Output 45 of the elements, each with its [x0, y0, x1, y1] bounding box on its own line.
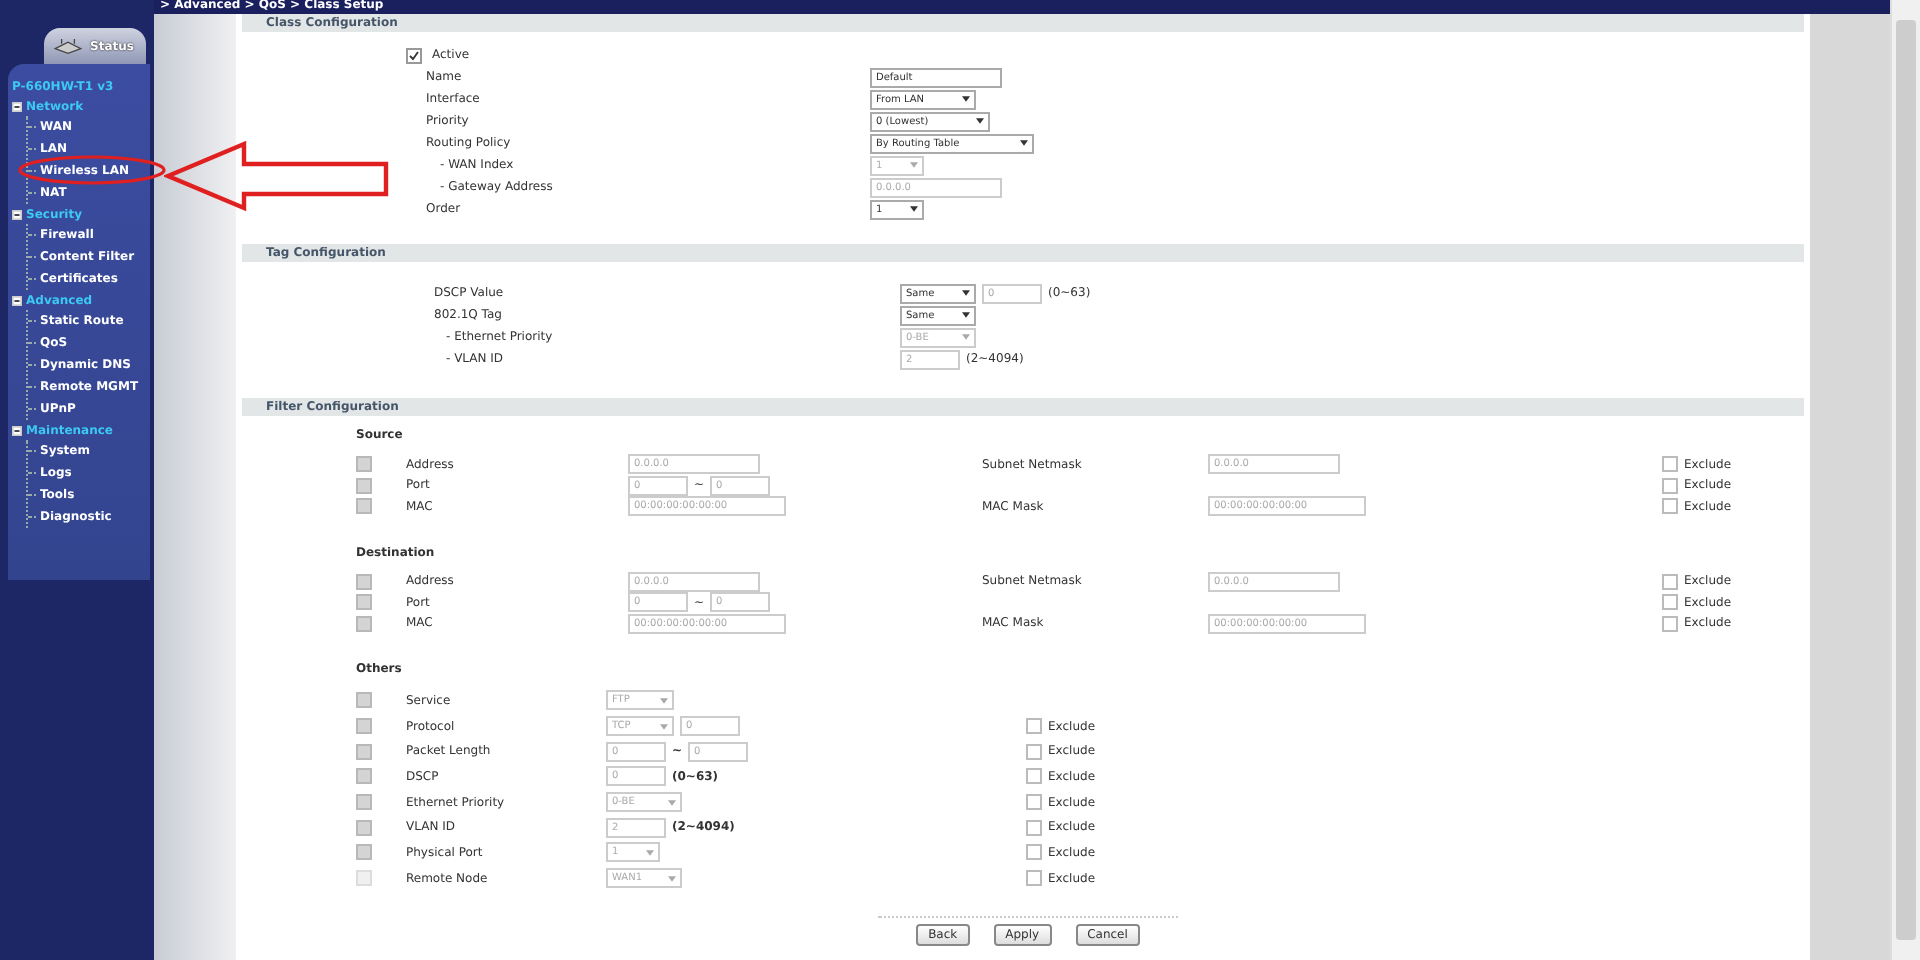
caret-icon [1020, 140, 1028, 146]
checkbox[interactable] [356, 692, 372, 709]
checkbox[interactable] [1026, 819, 1042, 836]
caret-icon [910, 162, 918, 168]
checkbox[interactable] [1662, 456, 1678, 473]
router-icon [52, 37, 84, 55]
checkbox[interactable] [1662, 498, 1678, 515]
checkbox[interactable] [356, 498, 372, 515]
checkbox[interactable] [1026, 844, 1042, 861]
checkbox[interactable] [1026, 743, 1042, 760]
checkbox[interactable] [356, 768, 372, 785]
collapse-icon[interactable] [12, 425, 22, 435]
checkbox[interactable] [406, 47, 422, 63]
checkbox[interactable] [1662, 615, 1678, 632]
scrollbar[interactable] [1890, 0, 1920, 960]
caret-icon [646, 849, 654, 856]
checkbox[interactable] [356, 615, 372, 632]
checkbox[interactable] [356, 819, 372, 836]
collapse-icon[interactable] [12, 295, 22, 305]
caret-icon [962, 96, 970, 102]
checkbox[interactable] [1026, 768, 1042, 785]
checkbox[interactable] [356, 718, 372, 735]
checkbox[interactable] [356, 743, 372, 760]
checkbox[interactable] [1662, 573, 1678, 590]
collapse-icon[interactable] [12, 101, 22, 111]
caret-icon [910, 206, 918, 212]
caret-icon [962, 312, 970, 318]
collapse-icon[interactable] [12, 209, 22, 219]
checkbox[interactable] [356, 573, 372, 590]
caret-icon [668, 799, 676, 806]
checkbox[interactable] [356, 456, 372, 473]
checkbox[interactable] [1026, 794, 1042, 811]
checkbox[interactable] [1662, 594, 1678, 611]
checkbox[interactable] [1662, 477, 1678, 494]
caret-icon [660, 697, 668, 704]
checkbox[interactable] [356, 594, 372, 611]
caret-icon [668, 875, 676, 882]
checkbox[interactable] [356, 794, 372, 811]
caret-icon [962, 334, 970, 340]
checkbox[interactable] [356, 477, 372, 494]
caret-icon [976, 118, 984, 124]
caret-icon [962, 290, 970, 296]
caret-icon [660, 723, 668, 730]
checkbox[interactable] [1026, 718, 1042, 735]
checkbox[interactable] [356, 844, 372, 861]
